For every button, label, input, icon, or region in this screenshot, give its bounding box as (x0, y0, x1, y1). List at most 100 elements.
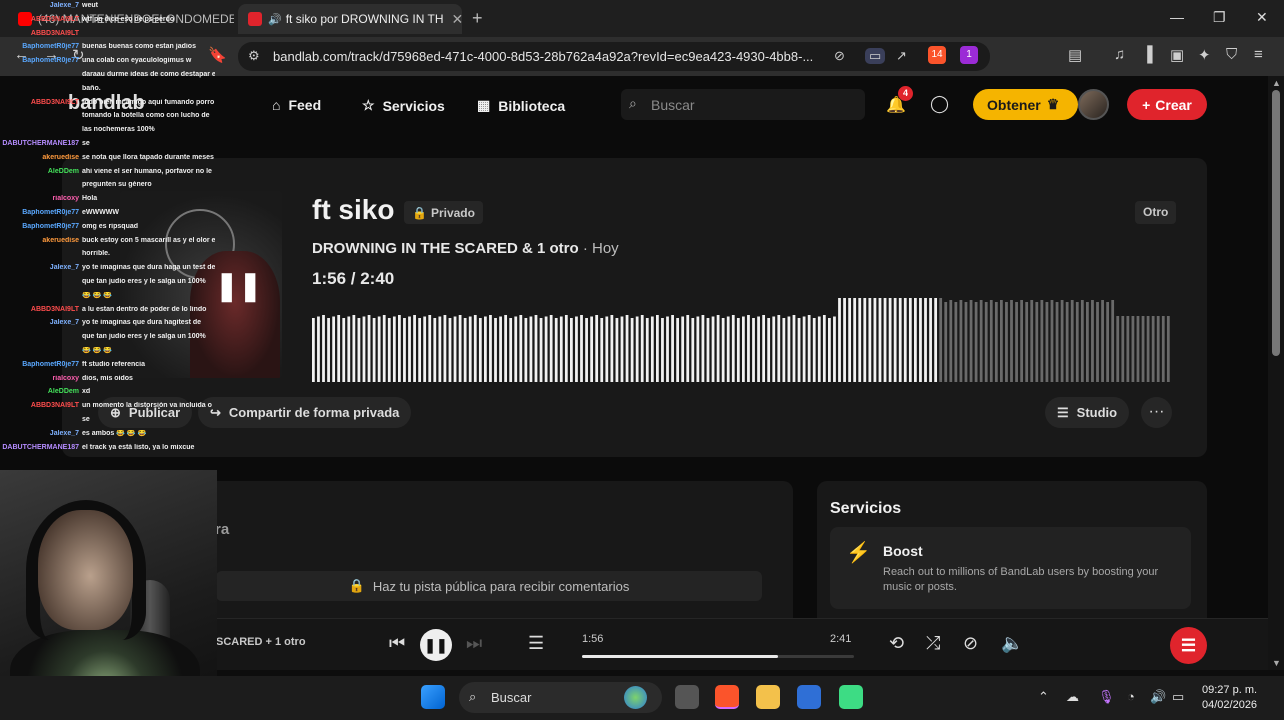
address-bar[interactable]: ⚙ bandlab.com/track/d75968ed-471c-4000-8… (238, 42, 990, 71)
taskbar-search[interactable]: ⌕ Buscar (459, 682, 662, 713)
waveform[interactable] (312, 294, 1172, 382)
waveform-bar (377, 316, 381, 382)
waveform-bar (974, 302, 978, 382)
close-window-icon[interactable]: ✕ (1256, 9, 1268, 26)
file-explorer-icon[interactable] (756, 685, 780, 709)
windows-start-icon[interactable] (421, 685, 445, 709)
wifi-icon[interactable]: ◔ (1127, 689, 1135, 704)
microsoft-store-icon[interactable] (797, 685, 821, 709)
minimize-icon[interactable]: — (1170, 9, 1184, 25)
volume-tray-icon[interactable]: 🔊 (1150, 689, 1166, 705)
task-view-icon[interactable] (675, 685, 699, 709)
waveform-bar (408, 316, 411, 382)
previous-track-icon[interactable]: ⏮ (389, 633, 405, 654)
volume-icon[interactable]: 🔈 (1001, 633, 1023, 654)
cover-pause-icon[interactable]: ❚❚ (215, 269, 262, 302)
waveform-bar (863, 298, 867, 382)
chat-text: daraau durme ideas de como destapar el (82, 71, 215, 78)
queue-icon[interactable]: ☰ (528, 633, 544, 654)
player-progress-bar[interactable] (582, 655, 854, 658)
studio-button[interactable]: ☰ Studio (1045, 397, 1130, 428)
close-tab-icon[interactable]: ✕ (444, 11, 463, 28)
tray-mic-icon[interactable]: 🎙 (1098, 689, 1115, 705)
globe-widget-icon (624, 686, 647, 709)
next-track-icon[interactable]: ⏭ (466, 633, 482, 654)
page-scrollbar[interactable]: ▲ ▼ (1268, 76, 1284, 670)
chat-text: weut (82, 2, 98, 9)
tab-label: ft siko por DROWNING IN TH (285, 12, 444, 26)
wallet-icon[interactable]: ▣ (1170, 46, 1184, 64)
waveform-bar (403, 318, 406, 382)
user-avatar[interactable] (1078, 89, 1109, 120)
share-privately-button[interactable]: ↪ Compartir de forma privada (198, 397, 412, 428)
vpn-icon[interactable]: ⛉ (1226, 46, 1237, 63)
waveform-bar (1131, 316, 1135, 382)
music-icon[interactable]: ♫ (1114, 46, 1125, 63)
new-tab-button[interactable]: + (472, 8, 483, 29)
player-pause-button[interactable]: ❚❚ (420, 629, 452, 661)
scroll-down-icon[interactable]: ▼ (1272, 658, 1281, 668)
scroll-up-icon[interactable]: ▲ (1272, 78, 1281, 88)
waveform-bar (600, 318, 604, 382)
battery-icon[interactable]: ▭ (1172, 689, 1184, 705)
chat-message: se (0, 416, 215, 424)
chat-message: akeruedise se nota que llora tapado duran… (0, 154, 215, 162)
sidebar-toggle-icon[interactable]: ▐ (1142, 46, 1153, 63)
track-artists[interactable]: DROWNING IN THE SCARED & 1 otro · Hoy (312, 240, 619, 257)
chat-text: se (82, 416, 90, 423)
scrollbar-thumb[interactable] (1272, 90, 1280, 356)
genre-badge[interactable]: Otro (1135, 201, 1177, 224)
boost-card[interactable]: ⚡ Boost Reach out to millions of BandLab… (830, 527, 1191, 609)
leo-ai-icon[interactable]: ✦ (1198, 46, 1211, 64)
more-options-button[interactable]: ··· (1141, 397, 1172, 428)
messages-icon[interactable]: ◯ (930, 94, 949, 114)
boost-description: Reach out to millions of BandLab users b… (883, 566, 1159, 593)
waveform-bar (443, 315, 447, 382)
waveform-bar (782, 318, 786, 382)
share-icon[interactable]: ↗ (896, 48, 907, 64)
cast-icon[interactable]: ▭ (865, 48, 886, 64)
nav-biblioteca[interactable]: ▦ Biblioteca (477, 97, 565, 114)
waveform-bar (418, 318, 422, 382)
site-settings-icon[interactable]: ⚙ (248, 48, 260, 64)
player-menu-button[interactable]: ☰ (1170, 627, 1207, 664)
chat-message: daraau durme ideas de como destapar el (0, 71, 215, 79)
obtener-membership-button[interactable]: Obtener ♛ (973, 89, 1078, 120)
menu-icon[interactable]: ≡ (1254, 46, 1263, 63)
crear-button[interactable]: + Crear (1127, 89, 1207, 120)
repeat-icon[interactable]: ⟲ (889, 633, 904, 654)
nav-feed[interactable]: ⌂ Feed (272, 97, 321, 113)
waveform-bar (747, 315, 750, 382)
waveform-bar (564, 315, 568, 382)
search-input[interactable]: ⌕ Buscar (621, 89, 865, 120)
tab-bandlab[interactable]: 🔊 ft siko por DROWNING IN TH ✕ (238, 4, 462, 34)
waveform-bar (888, 298, 892, 382)
chat-message: horrible. (0, 250, 215, 258)
sidebar-panel-icon[interactable]: ▤ (1068, 46, 1082, 64)
chat-text: a lu estan dentro de poder de lo lindo (82, 305, 207, 313)
chat-text: un momento la distorsión va incluida o (82, 402, 212, 410)
maximize-icon[interactable]: ❐ (1213, 9, 1226, 26)
brave-shield-icon[interactable]: 14 (928, 46, 946, 64)
brave-browser-icon[interactable] (715, 685, 739, 709)
chat-text: ft studio referencia (82, 360, 146, 368)
waveform-bar (924, 298, 927, 382)
brave-rewards-icon[interactable]: 1 (960, 46, 978, 64)
taskbar-clock[interactable]: 09:27 p. m. 04/02/2026 (1202, 683, 1257, 713)
player-track-label[interactable]: SCARED + 1 otro (216, 636, 306, 648)
tray-cloud-icon[interactable]: ☁ (1066, 689, 1079, 705)
streaming-app-icon[interactable] (839, 685, 863, 709)
chat-username: BaphometR0je77 (22, 43, 79, 51)
nav-servicios[interactable]: ☆ Servicios (362, 97, 445, 114)
shuffle-icon[interactable]: ⤮ (926, 633, 940, 654)
mixer-icon: ☰ (1057, 404, 1069, 420)
tray-overflow-icon[interactable]: ⌃ (1038, 689, 1049, 705)
chat-text: es ambos 😂 😂 😂 (82, 429, 147, 437)
waveform-bar (514, 316, 518, 382)
waveform-bar (372, 318, 376, 382)
chat-message: BaphometR0je77 omg es ripsquad (0, 223, 215, 231)
waveform-bar (458, 315, 462, 382)
waveform-bar (762, 315, 766, 382)
no-tracking-icon[interactable]: ⊘ (834, 48, 845, 64)
mute-audio-icon[interactable]: ⊘ (963, 633, 978, 654)
